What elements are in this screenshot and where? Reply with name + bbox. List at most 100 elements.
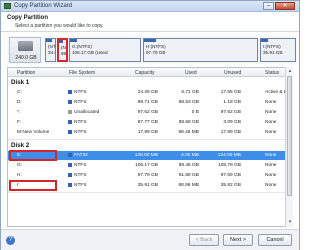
partition-row[interactable]: C:NTFS24.28 GB6.71 GB17.55 GBActive & Bo… [8, 88, 292, 97]
title-bar[interactable]: Copy Partition Wizard – ✕ [1, 1, 299, 12]
segment-label: 97.79 GB [146, 50, 166, 55]
partition-row[interactable]: M:New Volume NTFS 17.99 GB 98.46 MB 17.89 GB… [8, 128, 292, 137]
scroll-down-arrow-icon[interactable]: ▾ [287, 219, 293, 225]
column-header-capacity[interactable]: Capacity [135, 70, 154, 76]
disk-map-segment[interactable]: (NTF34.8 [45, 38, 56, 62]
status-value: None [265, 100, 277, 105]
segment-label: 106.17 GB (Used [72, 50, 108, 55]
segment-label: 35.91 GB [263, 50, 283, 55]
help-icon[interactable]: ? [6, 236, 15, 245]
cancel-button[interactable]: Cancel [258, 234, 292, 246]
status-value: None [265, 110, 277, 115]
unused-value: 97.69 GB [220, 173, 241, 178]
segment-label: G:(NTFS) [72, 44, 92, 49]
disk-map-segment[interactable]: H:(NTFS) 97.79 GB [143, 38, 258, 62]
wizard-footer: ? < Back Next > Cancel [1, 229, 299, 250]
status-value: None [265, 153, 277, 158]
disk-map: 240.0 GB (NTF34.8(NT89.G:(NTFS)106.17 GB… [7, 36, 297, 64]
unused-value: 124.00 MB [217, 153, 241, 158]
header-divider [1, 31, 299, 32]
used-value: 6.71 GB [181, 90, 199, 95]
unused-value: 35.82 GB [220, 183, 241, 188]
file-system-icon [68, 100, 72, 104]
capacity-value: 128.00 MB [134, 153, 158, 158]
wizard-header: Copy Partition Select a partition you wo… [1, 12, 299, 31]
file-system: NTFS [74, 100, 87, 105]
column-header-status[interactable]: Status [265, 70, 279, 76]
back-button[interactable]: < Back [189, 234, 219, 246]
file-system: Unallocated [74, 110, 100, 115]
page-subtitle: Select a partition you would like to cop… [15, 23, 104, 29]
disk-2-icon[interactable]: 240.0 GB [9, 37, 41, 63]
disk-size: 240.0 GB [15, 55, 37, 61]
segment-used-bar [59, 40, 63, 43]
file-system-icon [68, 90, 72, 94]
segment-used-bar [70, 39, 77, 42]
file-system: NTFS [74, 183, 87, 188]
file-system: NTFS [74, 90, 87, 95]
used-value: 88.46 GB [178, 163, 199, 168]
scroll-up-arrow-icon[interactable]: ▴ [287, 68, 293, 74]
partition-row[interactable]: *: Unallocated 97.62 GB 0 B 97.62 GB None [8, 108, 292, 117]
page-title: Copy Partition [7, 15, 49, 21]
capacity-value: 97.79 GB [137, 173, 158, 178]
capacity-value: 35.91 GB [137, 183, 158, 188]
disk-map-segment[interactable]: (NT 89. [57, 38, 68, 62]
used-value: 0 B [191, 110, 199, 115]
used-value: 88.68 GB [178, 120, 199, 125]
disk-map-segment[interactable]: G:(NTFS) 106.17 GB (Used [69, 38, 141, 62]
file-system-icon [68, 120, 72, 124]
next-button[interactable]: Next > [223, 234, 253, 246]
partition-name: G: [17, 163, 23, 168]
file-system-icon [68, 110, 72, 114]
partition-name: D: [17, 100, 22, 105]
used-value: 98.46 MB [178, 130, 199, 135]
scroll-thumb[interactable] [287, 76, 292, 196]
column-header-used[interactable]: Used [185, 70, 197, 76]
file-system-icon [68, 153, 72, 157]
file-system-icon [68, 163, 72, 167]
segment-label: 34.8 [48, 50, 55, 55]
disk-map-segment[interactable]: I:(NTFS) 35.91 GB [260, 38, 296, 62]
disk-group-label: Disk 1 [11, 79, 30, 86]
status-value: None [265, 183, 277, 188]
segment-label: I:(NTFS) [263, 44, 281, 49]
file-system: NTFS [74, 173, 87, 178]
partition-row[interactable]: H: NTFS 97.79 GB 91.88 GB 97.69 GB None [8, 171, 292, 180]
partition-name: H: [17, 173, 22, 178]
unused-value: 105.78 GB [218, 163, 241, 168]
status-value: None [265, 163, 277, 168]
partition-row[interactable]: G: NTFS 106.17 GB 88.46 GB 105.78 GB None [8, 161, 292, 170]
unused-value: 97.62 GB [220, 110, 241, 115]
file-system-icon [68, 130, 72, 134]
column-header-unused[interactable]: Unused [224, 70, 241, 76]
used-value: 4.00 MB [181, 153, 199, 158]
window-title: Copy Partition Wizard [14, 3, 73, 9]
close-button[interactable]: ✕ [275, 2, 295, 10]
capacity-value: 24.28 GB [137, 90, 158, 95]
used-value: 88.53 GB [178, 100, 199, 105]
highlight-box [9, 180, 57, 191]
app-icon [4, 3, 11, 9]
status-value: None [265, 173, 277, 178]
minimize-button[interactable]: – [263, 2, 274, 10]
unused-value: 17.89 GB [220, 130, 241, 135]
column-header-partition[interactable]: Partition [17, 70, 35, 76]
disk-group-label: Disk 2 [11, 142, 30, 149]
column-header-file-system[interactable]: File System [69, 70, 95, 76]
partition-row[interactable]: D: NTFS 89.71 GB 88.53 GB 1.18 GB None [8, 98, 292, 107]
list-scrollbar[interactable]: ▴ ▾ [285, 67, 293, 227]
segment-used-bar [46, 39, 52, 42]
capacity-value: 89.71 GB [137, 100, 158, 105]
list-header: Partition File System Capacity Used Unus… [8, 68, 292, 77]
unused-value: 17.55 GB [220, 90, 241, 95]
partition-row[interactable]: F: NTFS 87.77 GB 88.68 GB 3.09 GB None [8, 118, 292, 127]
segment-label: 89. [61, 51, 68, 56]
used-value: 91.88 GB [178, 173, 199, 178]
partition-name: F: [17, 120, 22, 125]
partition-name: *: [17, 110, 21, 115]
copy-partition-wizard-window: Copy Partition Wizard – ✕ Copy Partition… [0, 0, 300, 250]
capacity-value: 106.17 GB [135, 163, 158, 168]
highlight-box [9, 150, 57, 161]
file-system: FAT32 [74, 153, 88, 158]
